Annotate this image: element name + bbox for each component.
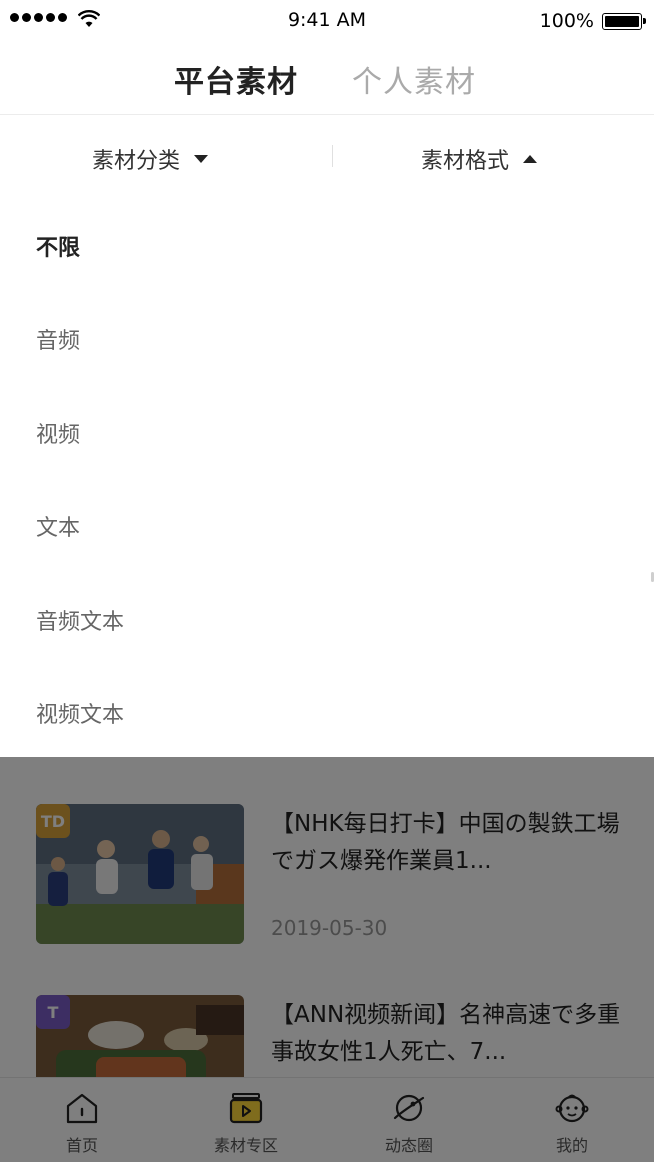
caret-down-icon — [194, 155, 209, 163]
caret-up-icon — [523, 155, 538, 163]
option-video-text[interactable]: 视频文本 — [36, 697, 124, 729]
option-video[interactable]: 视频 — [36, 417, 80, 449]
category-filter-label: 素材分类 — [92, 149, 181, 174]
option-audio-text[interactable]: 音频文本 — [36, 604, 124, 636]
option-unlimited[interactable]: 不限 — [36, 230, 80, 262]
filter-bar: 素材分类 素材格式 — [0, 115, 654, 195]
tab-platform-material[interactable]: 平台素材 — [170, 57, 302, 104]
tab-personal-label: 个人素材 — [352, 65, 476, 100]
battery-percent: 100% — [539, 10, 594, 32]
tab-platform-label: 平台素材 — [174, 65, 298, 100]
option-text[interactable]: 文本 — [36, 510, 80, 542]
dropdown-backdrop[interactable] — [0, 757, 654, 1162]
option-audio[interactable]: 音频 — [36, 323, 80, 355]
category-filter[interactable]: 素材分类 — [92, 143, 209, 175]
format-filter[interactable]: 素材格式 — [421, 143, 538, 175]
filter-divider — [332, 145, 333, 167]
status-bar: 9:41 AM 100% — [0, 0, 654, 40]
format-dropdown: 不限 音频 视频 文本 音频文本 视频文本 — [0, 195, 654, 757]
tab-personal-material[interactable]: 个人素材 — [352, 57, 476, 101]
top-tabs: 平台素材 个人素材 — [0, 40, 654, 115]
battery-icon — [602, 13, 646, 30]
format-filter-label: 素材格式 — [421, 149, 510, 174]
